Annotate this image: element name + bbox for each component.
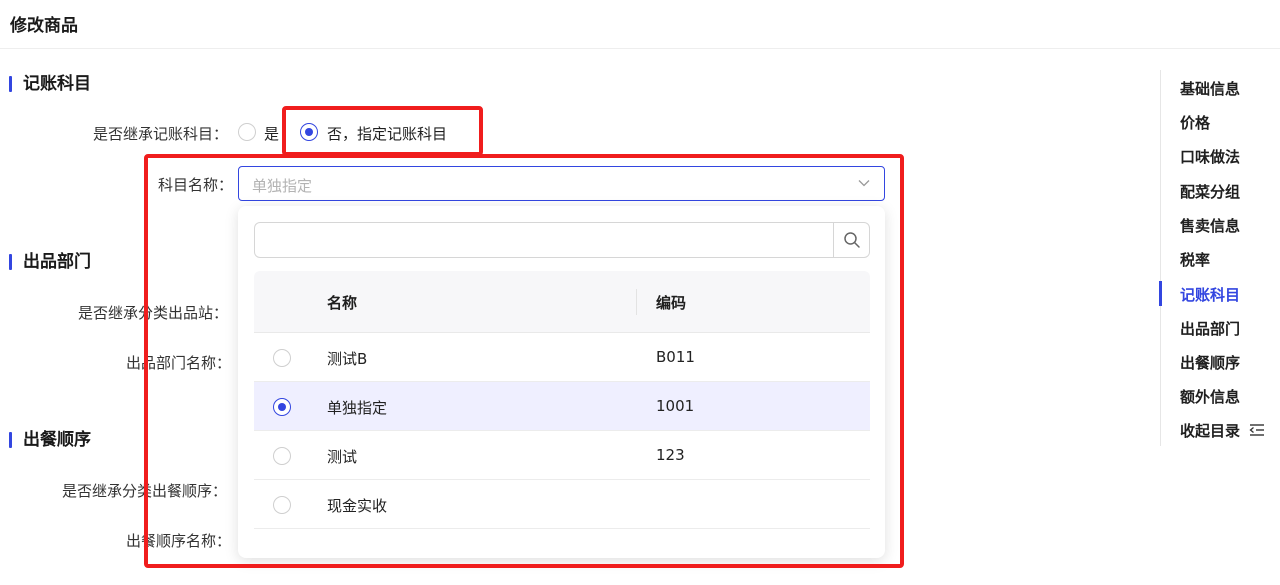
department-name-label: 出品部门名称： xyxy=(126,354,232,372)
inherit-yes-radio[interactable] xyxy=(238,123,256,141)
table-of-contents: 基础信息 价格 口味做法 配菜分组 售卖信息 税率 记账科目 出品部门 出餐顺序… xyxy=(1159,70,1280,446)
toc-item-department[interactable]: 出品部门 xyxy=(1180,318,1240,339)
toc-item-basic-info[interactable]: 基础信息 xyxy=(1180,78,1240,99)
dropdown-search-button[interactable] xyxy=(833,223,869,257)
toc-collapse-button[interactable]: 收起目录 xyxy=(1180,420,1265,441)
table-row-selected[interactable]: 单独指定 1001 xyxy=(254,382,870,431)
row-name: 单独指定 xyxy=(327,399,388,417)
section-title-department: 出品部门 xyxy=(9,251,91,273)
row-radio-checked[interactable] xyxy=(273,398,291,416)
column-divider xyxy=(636,289,637,315)
toc-item-accounting[interactable]: 记账科目 xyxy=(1180,284,1240,305)
subject-dropdown-panel: 名称 编码 测试B B011 单独指定 1001 测试 123 现金实收 xyxy=(238,206,885,558)
row-code: B011 xyxy=(656,348,695,366)
chevron-down-icon xyxy=(858,180,870,187)
row-radio[interactable] xyxy=(273,447,291,465)
page-header: 修改商品 xyxy=(0,0,1280,49)
table-row[interactable]: 测试 123 xyxy=(254,431,870,480)
meal-order-name-label: 出餐顺序名称： xyxy=(126,532,232,550)
dropdown-search-input[interactable] xyxy=(255,223,835,257)
section-title-meal-order: 出餐顺序 xyxy=(9,429,91,451)
subject-name-label: 科目名称： xyxy=(158,176,234,194)
toc-active-indicator xyxy=(1159,281,1162,306)
inherit-yes-label[interactable]: 是 xyxy=(264,123,279,144)
inherit-no-label[interactable]: 否，指定记账科目 xyxy=(327,123,447,144)
row-name: 测试B xyxy=(327,350,368,368)
edit-product-page: 修改商品 记账科目 是否继承记账科目： 是 否，指定记账科目 科目名称： 单独指… xyxy=(0,0,1280,585)
collapse-list-icon xyxy=(1249,424,1265,436)
toc-item-side-dish-group[interactable]: 配菜分组 xyxy=(1180,181,1240,202)
toc-item-meal-order[interactable]: 出餐顺序 xyxy=(1180,352,1240,373)
inherit-department-label: 是否继承分类出品站： xyxy=(78,304,229,322)
table-row[interactable]: 现金实收 xyxy=(254,480,870,529)
row-radio[interactable] xyxy=(273,496,291,514)
inherit-accounting-label: 是否继承记账科目： xyxy=(93,125,229,143)
toc-item-price[interactable]: 价格 xyxy=(1180,112,1210,133)
column-header-name: 名称 xyxy=(327,294,358,312)
toc-item-flavor[interactable]: 口味做法 xyxy=(1180,146,1240,167)
row-name: 现金实收 xyxy=(327,497,388,515)
toc-collapse-label: 收起目录 xyxy=(1180,422,1241,440)
row-code: 123 xyxy=(656,446,685,464)
column-header-code: 编码 xyxy=(656,294,687,312)
toc-item-extra-info[interactable]: 额外信息 xyxy=(1180,386,1240,407)
table-header: 名称 编码 xyxy=(254,271,870,333)
page-title: 修改商品 xyxy=(10,16,78,36)
subject-table: 名称 编码 测试B B011 单独指定 1001 测试 123 现金实收 xyxy=(254,271,870,529)
row-code: 1001 xyxy=(656,397,695,415)
search-icon xyxy=(843,232,860,248)
toc-item-sales-info[interactable]: 售卖信息 xyxy=(1180,215,1240,236)
toc-item-tax-rate[interactable]: 税率 xyxy=(1180,249,1210,270)
inherit-meal-order-label: 是否继承分类出餐顺序： xyxy=(62,482,228,500)
section-title-accounting: 记账科目 xyxy=(9,73,91,95)
row-radio[interactable] xyxy=(273,349,291,367)
dropdown-search-box xyxy=(254,222,870,258)
subject-name-select[interactable]: 单独指定 xyxy=(238,166,885,201)
row-name: 测试 xyxy=(327,448,358,466)
inherit-no-radio[interactable] xyxy=(300,123,318,141)
table-row[interactable]: 测试B B011 xyxy=(254,333,870,382)
subject-name-placeholder: 单独指定 xyxy=(252,177,313,195)
